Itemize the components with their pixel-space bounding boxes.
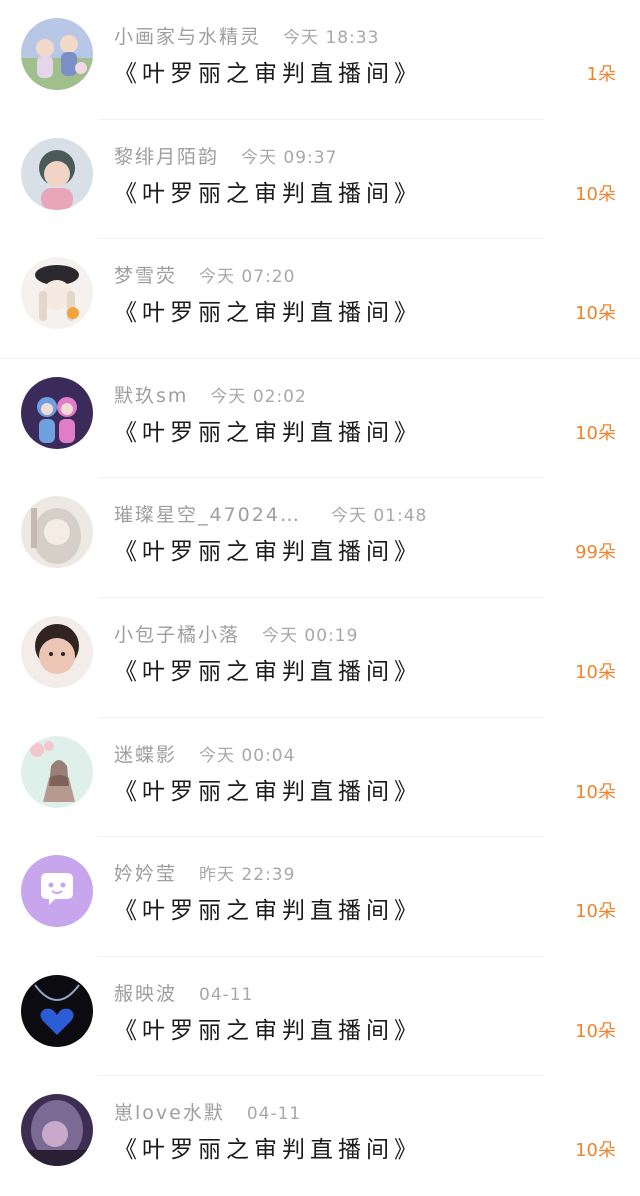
record-title: 《叶罗丽之审判直播间》 bbox=[114, 778, 422, 805]
flower-count: 10朵 bbox=[575, 781, 616, 803]
timestamp: 今天 09:37 bbox=[241, 147, 338, 168]
flower-count: 10朵 bbox=[575, 303, 616, 325]
timestamp: 04-11 bbox=[199, 984, 254, 1005]
timestamp: 今天 02:02 bbox=[210, 386, 307, 407]
timestamp: 今天 00:04 bbox=[199, 745, 296, 766]
record-meta: 璀璨星空_47024… 今天 01:48 bbox=[114, 502, 427, 528]
baby-photo-avatar-icon[interactable] bbox=[21, 616, 93, 688]
list-item[interactable]: 赧映波 04-11 《叶罗丽之审判直播间》 10朵 bbox=[0, 957, 640, 1077]
flower-count: 10朵 bbox=[575, 901, 616, 923]
list-item[interactable]: 迷蝶影 今天 00:04 《叶罗丽之审判直播间》 10朵 bbox=[0, 718, 640, 838]
user-name[interactable]: 迷蝶影 bbox=[114, 744, 177, 766]
timestamp: 04-11 bbox=[246, 1104, 302, 1125]
user-name[interactable]: 黎绯月陌韵 bbox=[114, 146, 219, 168]
flower-count: 10朵 bbox=[575, 1020, 616, 1042]
record-meta: 黎绯月陌韵 今天 09:37 bbox=[114, 144, 337, 170]
record-title: 《叶罗丽之审判直播间》 bbox=[114, 1017, 422, 1044]
record-meta: 小画家与水精灵 今天 18:33 bbox=[114, 24, 379, 50]
record-meta: 妗妗莹 昨天 22:39 bbox=[114, 861, 295, 887]
flower-count: 10朵 bbox=[575, 183, 616, 205]
dark-anime-avatar-icon[interactable] bbox=[21, 1094, 93, 1167]
flower-count: 99朵 bbox=[575, 542, 616, 564]
user-name[interactable]: 小包子橘小落 bbox=[114, 624, 240, 646]
list-item[interactable]: 璀璨星空_47024… 今天 01:48 《叶罗丽之审判直播间》 99朵 bbox=[0, 478, 640, 598]
record-title: 《叶罗丽之审判直播间》 bbox=[114, 539, 422, 566]
timestamp: 今天 18:33 bbox=[283, 28, 380, 48]
user-name[interactable]: 崽love水默 bbox=[114, 1102, 225, 1124]
record-meta: 崽love水默 04-11 bbox=[114, 1100, 301, 1126]
flower-count: 10朵 bbox=[575, 1140, 616, 1162]
user-name[interactable]: 默玖sm bbox=[114, 385, 188, 407]
record-meta: 默玖sm 今天 02:02 bbox=[114, 383, 307, 409]
list-item[interactable]: 妗妗莹 昨天 22:39 《叶罗丽之审判直播间》 10朵 bbox=[0, 837, 640, 957]
fairy-group-avatar-icon[interactable] bbox=[21, 18, 93, 90]
record-title: 《叶罗丽之审判直播间》 bbox=[114, 419, 422, 446]
user-name[interactable]: 梦雪荧 bbox=[114, 265, 177, 287]
timestamp: 昨天 22:39 bbox=[199, 865, 296, 886]
record-meta: 赧映波 04-11 bbox=[114, 981, 253, 1007]
blossom-girl-avatar-icon[interactable] bbox=[21, 735, 93, 808]
record-title: 《叶罗丽之审判直播间》 bbox=[114, 180, 422, 207]
list-item[interactable]: 梦雪荧 今天 07:20 《叶罗丽之审判直播间》 10朵 bbox=[0, 239, 640, 359]
chat-bubble-avatar-icon[interactable] bbox=[21, 855, 93, 928]
record-title: 《叶罗丽之审判直播间》 bbox=[114, 659, 422, 685]
record-title: 《叶罗丽之审判直播间》 bbox=[114, 61, 422, 87]
user-name[interactable]: 赧映波 bbox=[114, 983, 177, 1005]
user-name[interactable]: 小画家与水精灵 bbox=[114, 26, 261, 48]
list-item[interactable]: 小包子橘小落 今天 00:19 《叶罗丽之审判直播间》 10朵 bbox=[0, 598, 640, 718]
flower-count: 1朵 bbox=[586, 64, 616, 85]
record-title: 《叶罗丽之审判直播间》 bbox=[114, 300, 422, 327]
white-hair-girl-avatar-icon[interactable] bbox=[21, 496, 93, 569]
doll-pair-avatar-icon[interactable] bbox=[21, 376, 93, 449]
timestamp: 今天 07:20 bbox=[199, 267, 296, 288]
record-meta: 小包子橘小落 今天 00:19 bbox=[114, 622, 358, 648]
timestamp: 今天 00:19 bbox=[262, 626, 359, 646]
user-name[interactable]: 璀璨星空_47024… bbox=[114, 504, 301, 526]
list-item[interactable]: 小画家与水精灵 今天 18:33 《叶罗丽之审判直播间》 1朵 bbox=[0, 0, 640, 120]
user-name[interactable]: 妗妗莹 bbox=[114, 863, 177, 885]
child-photo-avatar-icon[interactable] bbox=[21, 137, 93, 210]
list-item[interactable]: 崽love水默 04-11 《叶罗丽之审判直播间》 10朵 bbox=[0, 1076, 640, 1196]
record-meta: 梦雪荧 今天 07:20 bbox=[114, 263, 295, 289]
gift-record-list: 小画家与水精灵 今天 18:33 《叶罗丽之审判直播间》 1朵 黎绯月陌韵 今天 0… bbox=[0, 0, 640, 1186]
record-title: 《叶罗丽之审判直播间》 bbox=[114, 898, 422, 925]
list-item[interactable]: 默玖sm 今天 02:02 《叶罗丽之审判直播间》 10朵 bbox=[0, 359, 640, 479]
list-item[interactable]: 黎绯月陌韵 今天 09:37 《叶罗丽之审判直播间》 10朵 bbox=[0, 120, 640, 240]
flower-count: 10朵 bbox=[575, 662, 616, 683]
record-title: 《叶罗丽之审判直播间》 bbox=[114, 1137, 422, 1164]
heart-necklace-avatar-icon[interactable] bbox=[21, 974, 93, 1047]
timestamp: 今天 01:48 bbox=[330, 506, 428, 527]
anime-girl-hat-avatar-icon[interactable] bbox=[21, 257, 93, 330]
flower-count: 10朵 bbox=[575, 422, 616, 444]
record-meta: 迷蝶影 今天 00:04 bbox=[114, 742, 295, 768]
